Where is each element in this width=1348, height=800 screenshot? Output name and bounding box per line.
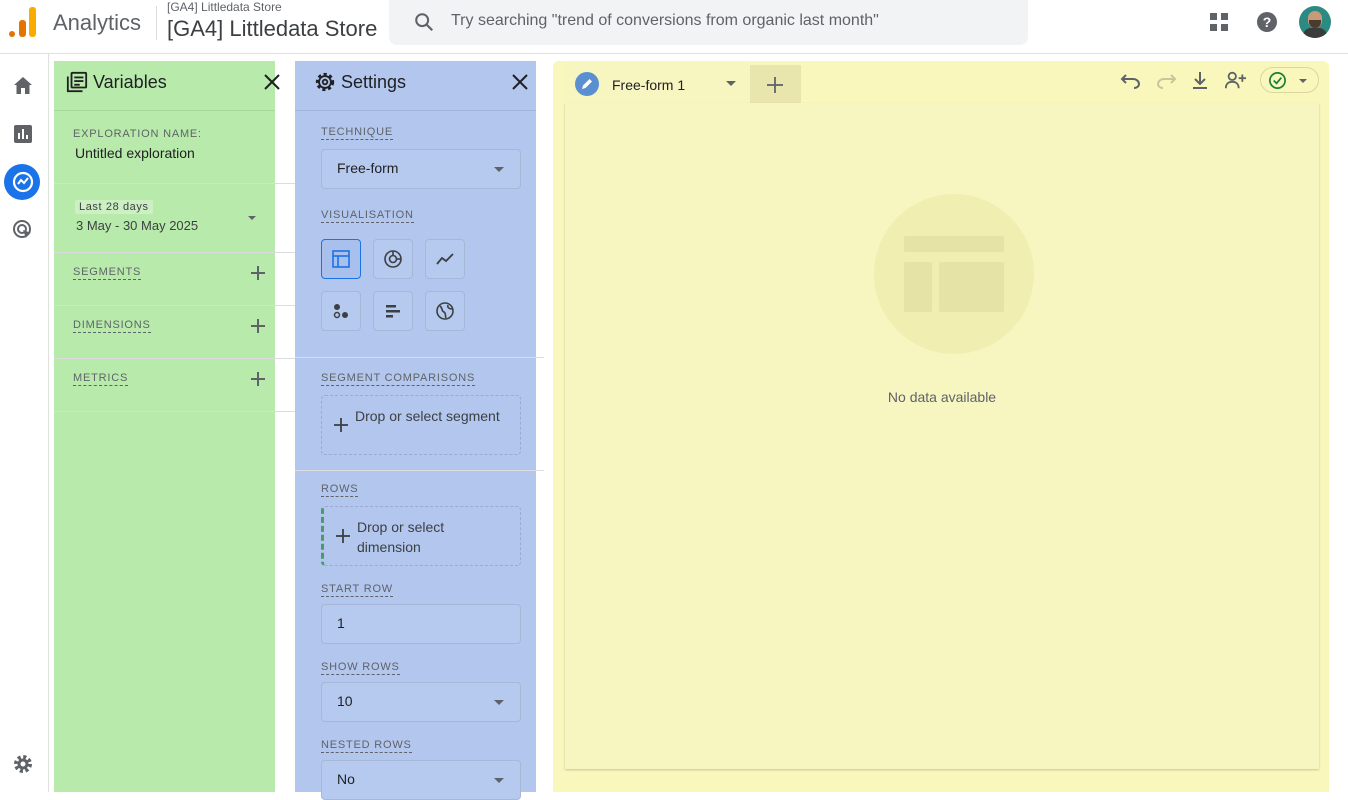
technique-caret-icon <box>494 167 504 172</box>
search-icon <box>415 13 434 32</box>
explore-icon[interactable] <box>11 170 35 194</box>
rows-dropzone-label: Drop or select dimension <box>357 519 445 555</box>
free-form-table-area[interactable]: No data available <box>565 103 1319 769</box>
viz-donut-button[interactable] <box>373 239 413 279</box>
undo-icon[interactable] <box>1120 69 1142 91</box>
analytics-logo-icon[interactable] <box>9 7 37 37</box>
app-name[interactable]: Analytics <box>53 10 141 36</box>
exploration-name-field[interactable]: Untitled exploration <box>75 145 195 161</box>
technique-label: TECHNIQUE <box>321 126 393 140</box>
date-range-chip: Last 28 days <box>75 200 153 214</box>
admin-gear-icon[interactable] <box>11 752 35 776</box>
settings-header-divider <box>295 110 536 111</box>
date-range-picker[interactable]: Last 28 days 3 May - 30 May 2025 <box>54 184 275 252</box>
dimensions-label: DIMENSIONS <box>73 319 151 333</box>
tab-label: Free-form 1 <box>612 77 686 93</box>
empty-table-illustration <box>874 194 1034 354</box>
nested-rows-label: NESTED ROWS <box>321 739 412 753</box>
insights-button[interactable] <box>1260 67 1319 93</box>
segments-label: SEGMENTS <box>73 266 142 280</box>
variables-list-icon <box>66 71 88 93</box>
show-rows-select[interactable]: 10 <box>321 682 521 722</box>
donut-chart-icon <box>384 250 402 268</box>
no-data-message: No data available <box>887 389 997 405</box>
viz-geo-button[interactable] <box>425 291 465 331</box>
nested-rows-value: No <box>337 771 355 787</box>
close-variables-icon[interactable] <box>262 72 282 92</box>
home-icon[interactable] <box>11 74 35 98</box>
segment-comparisons-label: SEGMENT COMPARISONS <box>321 372 476 386</box>
add-tab-button[interactable] <box>750 65 801 103</box>
variables-panel: Variables EXPLORATION NAME: Untitled exp… <box>54 61 280 792</box>
show-rows-caret-icon <box>494 700 504 705</box>
settings-title: Settings <box>341 72 407 92</box>
show-rows-value: 10 <box>337 693 353 709</box>
visualisation-label: VISUALISATION <box>321 209 414 223</box>
bar-chart-icon <box>386 305 400 318</box>
start-row-value: 1 <box>337 615 345 631</box>
account-name[interactable]: [GA4] Littledata Store <box>167 0 282 14</box>
technique-value: Free-form <box>337 160 399 176</box>
rows-dropzone[interactable]: Drop or select dimension <box>321 506 521 566</box>
rows-label: ROWS <box>321 483 359 497</box>
date-dropdown-caret-icon <box>248 216 256 220</box>
segment-dropzone-label: Drop or select segment <box>355 408 500 424</box>
show-rows-label: SHOW ROWS <box>321 661 400 675</box>
geo-map-icon <box>436 302 454 320</box>
close-settings-icon[interactable] <box>510 72 530 92</box>
metrics-label: METRICS <box>73 372 129 386</box>
tab-free-form-1[interactable]: Free-form 1 <box>565 63 751 103</box>
scatter-plot-icon <box>333 304 348 319</box>
left-nav <box>0 54 49 792</box>
settings-panel: Settings TECHNIQUE Free-form VISUALISATI… <box>295 61 544 800</box>
table-icon <box>332 250 350 268</box>
nested-rows-caret-icon <box>494 778 504 783</box>
segment-dropzone[interactable]: Drop or select segment <box>321 395 521 455</box>
check-circle-icon <box>1269 72 1286 89</box>
add-metric-icon[interactable] <box>249 370 267 388</box>
add-segment-comparison-icon <box>334 418 348 432</box>
svg-text:?: ? <box>1263 14 1272 30</box>
nested-rows-select[interactable]: No <box>321 760 521 800</box>
search-bar[interactable] <box>389 0 1028 45</box>
property-selector[interactable]: [GA4] Littledata Store <box>167 16 377 42</box>
viz-line-button[interactable] <box>425 239 465 279</box>
advertising-icon[interactable] <box>11 218 35 242</box>
variables-title: Variables <box>93 72 167 92</box>
avatar[interactable] <box>1299 6 1331 38</box>
share-icon[interactable] <box>1224 69 1246 91</box>
add-tab-icon <box>767 77 783 93</box>
settings-gear-icon <box>315 72 335 92</box>
start-row-input[interactable]: 1 <box>321 604 521 644</box>
exploration-name-label: EXPLORATION NAME: <box>73 128 202 140</box>
search-input[interactable] <box>451 8 1011 34</box>
viz-table-button[interactable] <box>321 239 361 279</box>
add-segment-icon[interactable] <box>249 264 267 282</box>
date-range-value: 3 May - 30 May 2025 <box>76 218 199 233</box>
download-icon[interactable] <box>1189 69 1211 91</box>
add-dimension-icon[interactable] <box>249 317 267 335</box>
settings-divider <box>295 470 544 471</box>
start-row-label: START ROW <box>321 583 393 597</box>
apps-grid-icon[interactable] <box>1207 10 1231 34</box>
technique-select[interactable]: Free-form <box>321 149 521 189</box>
exploration-canvas: Free-form 1 No data available <box>553 61 1329 792</box>
header-divider <box>156 6 157 40</box>
reports-icon[interactable] <box>11 122 35 146</box>
add-row-dimension-icon <box>336 529 350 543</box>
viz-bar-button[interactable] <box>373 291 413 331</box>
line-chart-icon <box>436 253 454 265</box>
redo-icon[interactable] <box>1155 69 1177 91</box>
help-icon[interactable]: ? <box>1255 10 1279 34</box>
edit-tab-icon[interactable] <box>575 72 599 96</box>
top-bar: Analytics [GA4] Littledata Store [GA4] L… <box>0 0 1348 54</box>
settings-divider <box>295 357 544 358</box>
insights-caret-icon <box>1299 79 1307 83</box>
tab-menu-caret-icon[interactable] <box>726 81 736 86</box>
viz-scatter-button[interactable] <box>321 291 361 331</box>
